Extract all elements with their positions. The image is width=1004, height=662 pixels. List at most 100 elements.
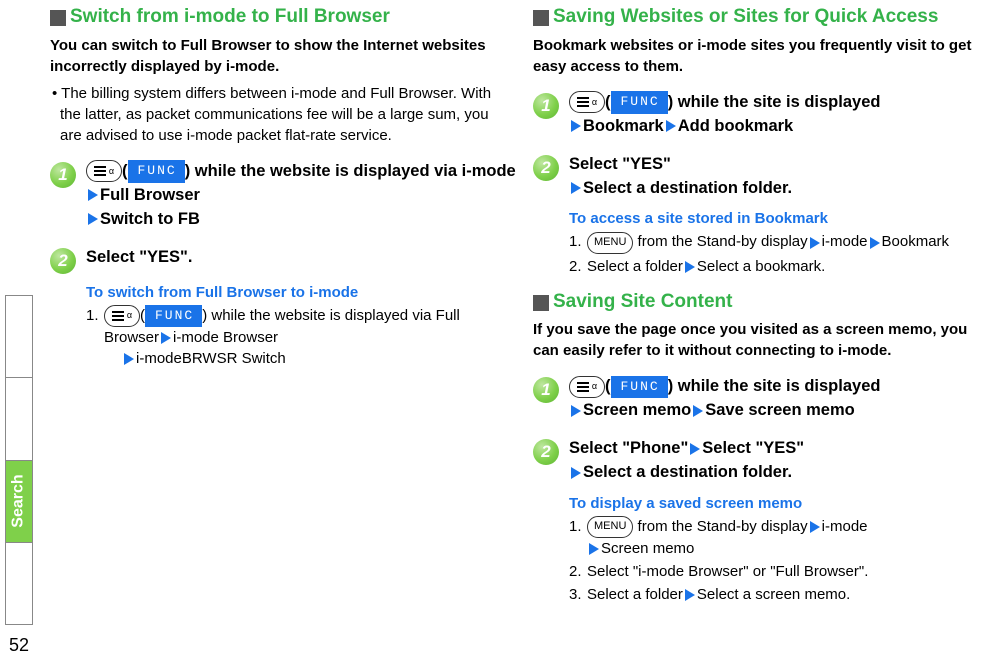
func-tag: FUNC — [611, 91, 668, 114]
imode-key-icon: α — [569, 376, 605, 398]
imode-key-icon: α — [104, 305, 140, 327]
menu-key-icon: MENU — [587, 516, 633, 538]
section-intro: You can switch to Full Browser to show t… — [50, 35, 511, 77]
arrow-icon — [589, 543, 599, 555]
sub-list: 1. MENU from the Stand-by displayi-modeB… — [569, 231, 994, 276]
func-tag: FUNC — [128, 160, 185, 183]
arrow-icon — [161, 332, 171, 344]
arrow-icon — [810, 521, 820, 533]
sub-title: To display a saved screen memo — [569, 493, 994, 514]
left-column: Switch from i-mode to Full Browser You c… — [38, 0, 521, 662]
tab-strip: Search — [5, 295, 33, 625]
arrow-icon — [685, 589, 695, 601]
list-number: 3. — [569, 584, 587, 605]
list-text: MENU from the Stand-by displayi-modeScre… — [587, 516, 994, 559]
note-text: The billing system differs between i-mod… — [60, 85, 491, 144]
tab-empty — [5, 542, 33, 625]
step-number-1: 1 — [50, 162, 76, 188]
left-rail: Search 52 — [0, 0, 38, 662]
list-item: 2. Select a folderSelect a bookmark. — [569, 256, 994, 277]
func-tag: FUNC — [145, 305, 202, 327]
list-item: 1. α(FUNC) while the website is displaye… — [86, 305, 511, 369]
step-body: α(FUNC) while the website is displayed v… — [86, 160, 516, 232]
list-text: Select "i-mode Browser" or "Full Browser… — [587, 561, 994, 582]
step-body: Select "YES" Select a destination folder… — [569, 153, 994, 201]
step-text: ) while the website is displayed via i-m… — [185, 162, 516, 180]
step-number-1: 1 — [533, 93, 559, 119]
step-body: α(FUNC) while the site is displayed Scre… — [569, 375, 994, 423]
tab-empty — [5, 377, 33, 459]
step-body: α(FUNC) while the site is displayed Book… — [569, 91, 994, 139]
step-number-2: 2 — [50, 248, 76, 274]
section-head: Saving Websites or Sites for Quick Acces… — [533, 6, 994, 29]
menu-key-icon: MENU — [587, 232, 633, 254]
square-bullet-icon — [533, 295, 549, 311]
step: 1 α(FUNC) while the site is displayed Bo… — [533, 91, 994, 139]
content-columns: Switch from i-mode to Full Browser You c… — [38, 0, 1004, 662]
step: 2 Select "YES" Select a destination fold… — [533, 153, 994, 201]
list-item: 2. Select "i-mode Browser" or "Full Brow… — [569, 561, 994, 582]
section-head: Switch from i-mode to Full Browser — [50, 6, 511, 29]
list-text: α(FUNC) while the website is displayed v… — [104, 305, 511, 369]
square-bullet-icon — [50, 10, 66, 26]
list-text: Select a folderSelect a screen memo. — [587, 584, 994, 605]
step: 1 α(FUNC) while the site is displayed Sc… — [533, 375, 994, 423]
arrow-icon — [88, 213, 98, 225]
list-number: 2. — [569, 561, 587, 582]
list-number: 1. — [569, 231, 587, 253]
manual-page: Search 52 Switch from i-mode to Full Bro… — [0, 0, 1004, 662]
arrow-icon — [571, 182, 581, 194]
sub-section: To display a saved screen memo 1. MENU f… — [533, 493, 994, 605]
sub-list: 1. α(FUNC) while the website is displaye… — [86, 305, 511, 369]
section-title: Saving Websites or Sites for Quick Acces… — [553, 6, 938, 29]
sub-section: To switch from Full Browser to i-mode 1.… — [50, 282, 511, 369]
arrow-icon — [666, 120, 676, 132]
section-title: Saving Site Content — [553, 291, 732, 314]
func-tag: FUNC — [611, 376, 668, 399]
arrow-icon — [870, 237, 880, 249]
step-body: Select "YES". — [86, 246, 511, 274]
arrow-icon — [571, 405, 581, 417]
list-item: 3. Select a folderSelect a screen memo. — [569, 584, 994, 605]
list-item: 1. MENU from the Stand-by displayi-modeS… — [569, 516, 994, 559]
sub-title: To access a site stored in Bookmark — [569, 208, 994, 229]
list-text: MENU from the Stand-by displayi-modeBook… — [587, 231, 994, 253]
tab-empty — [5, 295, 33, 377]
imode-key-icon: α — [86, 160, 122, 182]
tab-label: Search — [10, 474, 28, 527]
step-number-1: 1 — [533, 377, 559, 403]
sub-list: 1. MENU from the Stand-by displayi-modeS… — [569, 516, 994, 605]
arrow-icon — [693, 405, 703, 417]
tab-search: Search — [5, 460, 33, 542]
step: 2 Select "Phone"Select "YES" Select a de… — [533, 437, 994, 485]
section-head: Saving Site Content — [533, 291, 994, 314]
list-text: Select a folderSelect a bookmark. — [587, 256, 994, 277]
step: 1 α(FUNC) while the website is displayed… — [50, 160, 511, 232]
arrow-icon — [690, 443, 700, 455]
section-intro: Bookmark websites or i-mode sites you fr… — [533, 35, 994, 77]
arrow-icon — [88, 189, 98, 201]
list-number: 1. — [569, 516, 587, 559]
page-number: 52 — [9, 635, 29, 656]
step-text: Switch to FB — [100, 210, 200, 228]
arrow-icon — [810, 237, 820, 249]
step-number-2: 2 — [533, 439, 559, 465]
step: 2 Select "YES". — [50, 246, 511, 274]
list-number: 1. — [86, 305, 104, 369]
right-column: Saving Websites or Sites for Quick Acces… — [521, 0, 1004, 662]
list-item: 1. MENU from the Stand-by displayi-modeB… — [569, 231, 994, 253]
step-body: Select "Phone"Select "YES" Select a dest… — [569, 437, 994, 485]
arrow-icon — [124, 353, 134, 365]
square-bullet-icon — [533, 10, 549, 26]
list-number: 2. — [569, 256, 587, 277]
arrow-icon — [685, 261, 695, 273]
sub-title: To switch from Full Browser to i-mode — [86, 282, 511, 303]
arrow-icon — [571, 467, 581, 479]
step-number-2: 2 — [533, 155, 559, 181]
sub-section: To access a site stored in Bookmark 1. M… — [533, 208, 994, 276]
section-title: Switch from i-mode to Full Browser — [70, 6, 390, 29]
section-intro: If you save the page once you visited as… — [533, 319, 994, 361]
imode-key-icon: α — [569, 91, 605, 113]
note-bullet: • The billing system differs between i-m… — [50, 83, 511, 146]
arrow-icon — [571, 120, 581, 132]
